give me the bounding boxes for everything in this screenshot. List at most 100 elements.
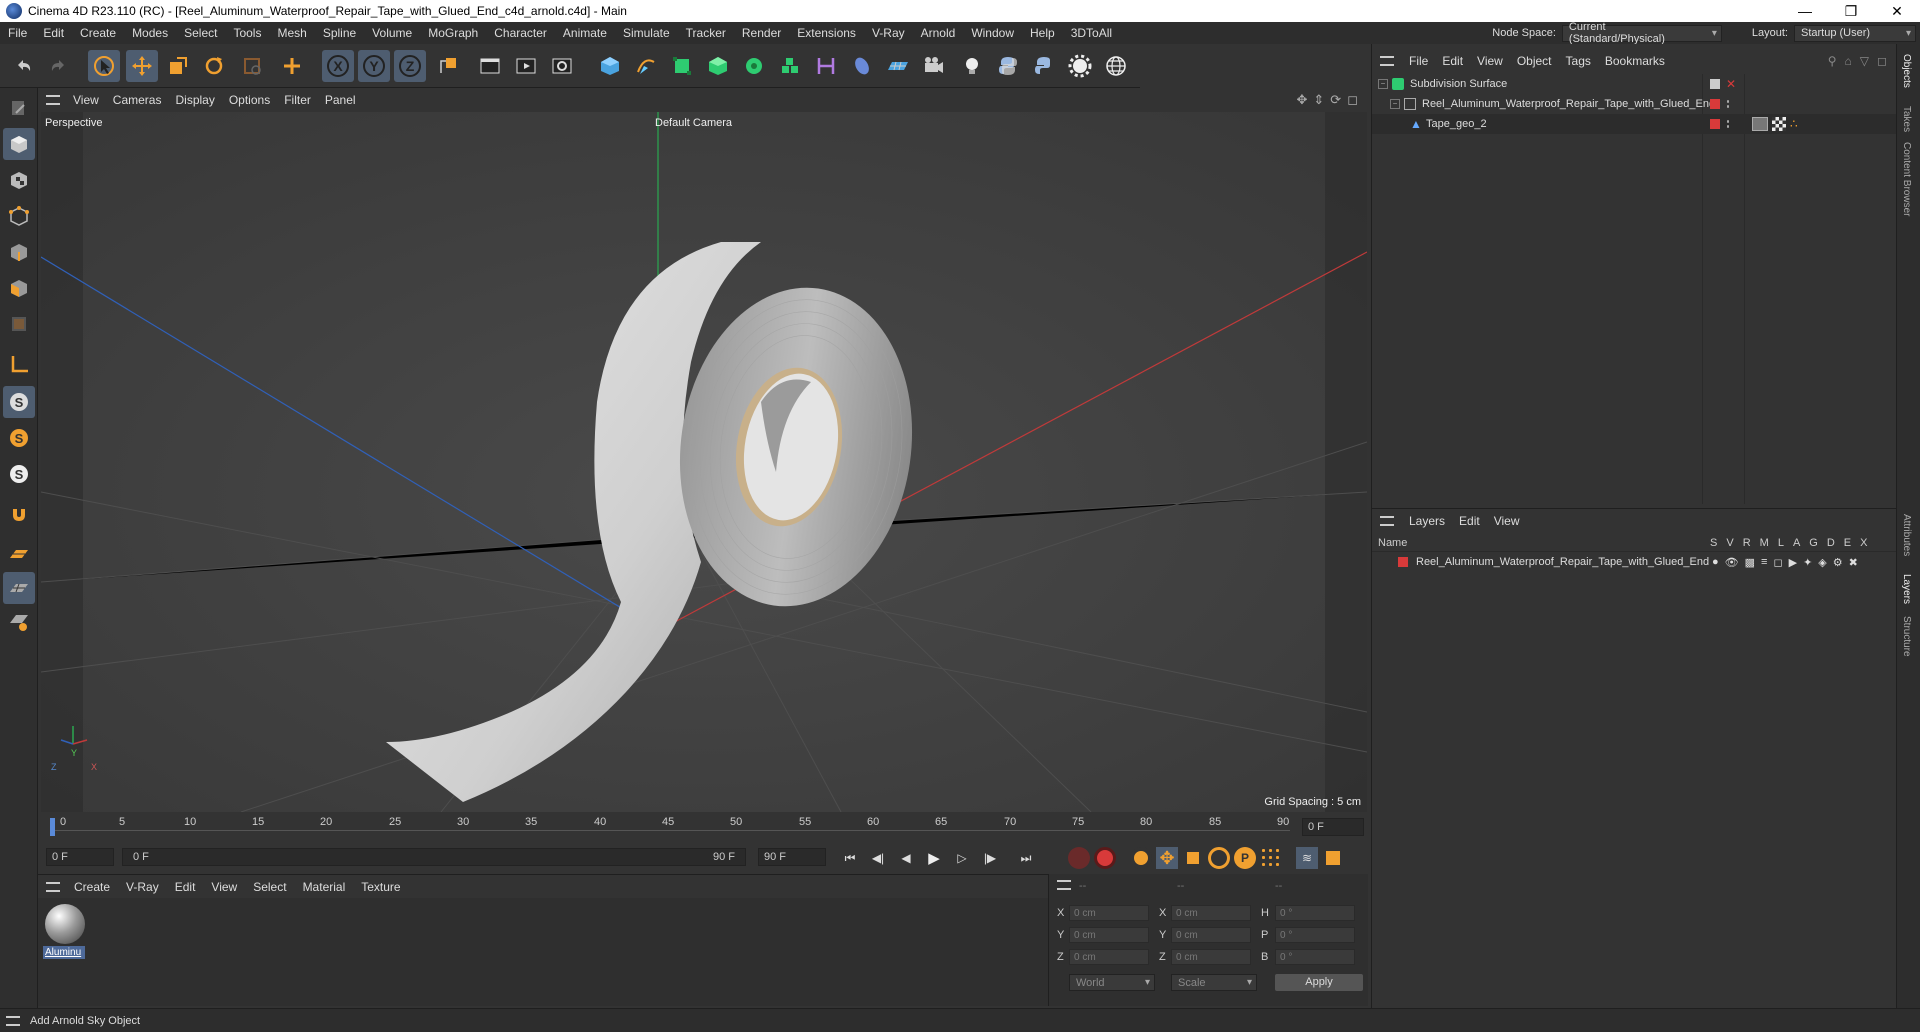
material-menu-texture[interactable]: Texture (353, 880, 408, 894)
grid-workplane-icon[interactable] (3, 572, 35, 604)
layer-color-icon[interactable] (1710, 99, 1720, 109)
layer-xref-toggle-icon[interactable]: ✖ (1849, 556, 1858, 569)
tab-objects[interactable]: Objects (1901, 54, 1912, 88)
coord-mode-select[interactable]: Scale (1171, 974, 1257, 991)
pan-view-icon[interactable]: ✥ (1296, 92, 1307, 108)
objects-new-window-icon[interactable]: ◻ (1877, 54, 1887, 68)
layer-render-toggle-icon[interactable]: ▩ (1745, 556, 1755, 569)
layer-color-icon[interactable] (1710, 119, 1720, 129)
y-axis-lock-icon[interactable]: Y (358, 50, 390, 82)
node-space-select[interactable]: Current (Standard/Physical) (1561, 21, 1722, 45)
menu-help[interactable]: Help (1022, 26, 1063, 40)
material-menu-edit[interactable]: Edit (167, 880, 204, 894)
z-axis-lock-icon[interactable]: Z (394, 50, 426, 82)
menu-animate[interactable]: Animate (555, 26, 615, 40)
object-row-tape-geo[interactable]: ▲ Tape_geo_2 ∴ (1372, 114, 1897, 134)
menu-render[interactable]: Render (734, 26, 789, 40)
pen-spline-icon[interactable] (630, 50, 662, 82)
coord-rot-h-input[interactable]: 0 ° (1275, 905, 1355, 921)
menu-volume[interactable]: Volume (364, 26, 420, 40)
layout-select[interactable]: Startup (User) (1794, 24, 1916, 42)
uv-mode-icon[interactable] (3, 308, 35, 340)
minimize-button[interactable]: — (1782, 0, 1828, 22)
workplane-icon[interactable] (3, 538, 35, 570)
menu-simulate[interactable]: Simulate (615, 26, 678, 40)
record-disabled-icon[interactable] (1068, 847, 1090, 869)
expand-collapse-icon[interactable]: − (1390, 99, 1400, 109)
menu-mograph[interactable]: MoGraph (420, 26, 486, 40)
go-to-start-icon[interactable]: ⏮ (838, 848, 862, 868)
add-tool-icon[interactable] (276, 50, 308, 82)
menu-tools[interactable]: Tools (225, 26, 269, 40)
snap-settings-icon[interactable]: S (3, 422, 35, 454)
layer-lock-icon[interactable]: ◻ (1773, 556, 1782, 569)
layers-menu-edit[interactable]: Edit (1452, 514, 1487, 528)
3d-viewport[interactable]: Perspective Default Camera Grid Spacing … (41, 112, 1367, 812)
motion-system-icon[interactable]: ≋ (1296, 847, 1318, 869)
objects-menu-object[interactable]: Object (1510, 54, 1559, 68)
python-icon[interactable] (992, 50, 1024, 82)
array-generator-icon[interactable] (738, 50, 770, 82)
dolly-view-icon[interactable]: ⇕ (1313, 92, 1324, 108)
frame-range-slider[interactable]: 0 F 90 F (122, 848, 746, 866)
next-key-icon[interactable]: |▶ (978, 848, 1002, 868)
polygons-mode-icon[interactable] (3, 272, 35, 304)
maximize-view-icon[interactable]: ◻ (1347, 92, 1358, 108)
objects-menu-bookmarks[interactable]: Bookmarks (1598, 54, 1672, 68)
visibility-dots-icon[interactable] (1726, 99, 1730, 109)
layer-animation-toggle-icon[interactable]: ▶ (1789, 556, 1797, 569)
key-parameter-icon[interactable]: P (1234, 847, 1256, 869)
camera-icon[interactable] (918, 50, 950, 82)
objects-menu-edit[interactable]: Edit (1435, 54, 1470, 68)
play-icon[interactable]: ▶ (922, 848, 946, 868)
texture-tag-icon[interactable] (1772, 117, 1786, 131)
viewport-menu-cameras[interactable]: Cameras (106, 93, 169, 107)
selection-tool-icon[interactable] (88, 50, 120, 82)
coord-pos-x-input[interactable]: 0 cm (1069, 905, 1149, 921)
objects-home-icon[interactable]: ⌂ (1845, 54, 1852, 68)
menu-3dtoall[interactable]: 3DToAll (1063, 26, 1120, 40)
viewport-menu-display[interactable]: Display (168, 93, 221, 107)
viewport-camera-name[interactable]: Default Camera (655, 117, 732, 129)
disable-toggle-icon[interactable]: ✕ (1726, 77, 1736, 91)
keyframe-selection-icon[interactable] (1130, 847, 1152, 869)
model-mode-icon[interactable] (3, 128, 35, 160)
menu-edit[interactable]: Edit (35, 26, 72, 40)
layers-hamburger-icon[interactable] (1380, 515, 1394, 526)
viewport-menu-view[interactable]: View (66, 93, 106, 107)
timeline-playhead[interactable] (50, 818, 55, 836)
subdivision-generator-icon[interactable] (666, 50, 698, 82)
cloner-icon[interactable] (774, 50, 806, 82)
layer-generators-toggle-icon[interactable]: ✦ (1803, 556, 1812, 569)
tab-layers[interactable]: Layers (1901, 574, 1912, 604)
end-frame-field[interactable]: 90 F (758, 848, 826, 866)
python-script-icon[interactable] (1028, 50, 1060, 82)
layer-expressions-toggle-icon[interactable]: ⚙ (1833, 556, 1843, 569)
edges-mode-icon[interactable] (3, 236, 35, 268)
key-rotation-icon[interactable] (1208, 847, 1230, 869)
coordinates-hamburger-icon[interactable] (1057, 880, 1071, 890)
key-position-icon[interactable]: ✥ (1156, 847, 1178, 869)
viewport-menu-filter[interactable]: Filter (277, 93, 318, 107)
coord-size-z-input[interactable]: 0 cm (1171, 949, 1251, 965)
axis-mode-icon[interactable] (3, 348, 35, 380)
menu-file[interactable]: File (0, 26, 35, 40)
material-swatch[interactable]: Aluminu (43, 902, 87, 960)
locked-workplane-icon[interactable] (3, 606, 35, 638)
viewport-menu-options[interactable]: Options (222, 93, 277, 107)
redo-icon[interactable] (42, 50, 74, 82)
tab-takes[interactable]: Takes (1901, 106, 1912, 132)
undo-icon[interactable] (8, 50, 40, 82)
scale-tool-icon[interactable] (162, 50, 194, 82)
render-picture-viewer-icon[interactable] (510, 50, 542, 82)
make-editable-icon[interactable] (3, 92, 35, 124)
coord-size-x-input[interactable]: 0 cm (1171, 905, 1251, 921)
menu-character[interactable]: Character (486, 26, 555, 40)
layer-solo-toggle-icon[interactable]: ● (1712, 556, 1719, 569)
coord-size-y-input[interactable]: 0 cm (1171, 927, 1251, 943)
maximize-button[interactable]: ❐ (1828, 0, 1874, 22)
coord-rot-p-input[interactable]: 0 ° (1275, 927, 1355, 943)
current-frame-field[interactable]: 0 F (1302, 818, 1364, 836)
recent-tool-icon[interactable] (236, 50, 268, 82)
layer-color-swatch[interactable] (1398, 557, 1408, 567)
